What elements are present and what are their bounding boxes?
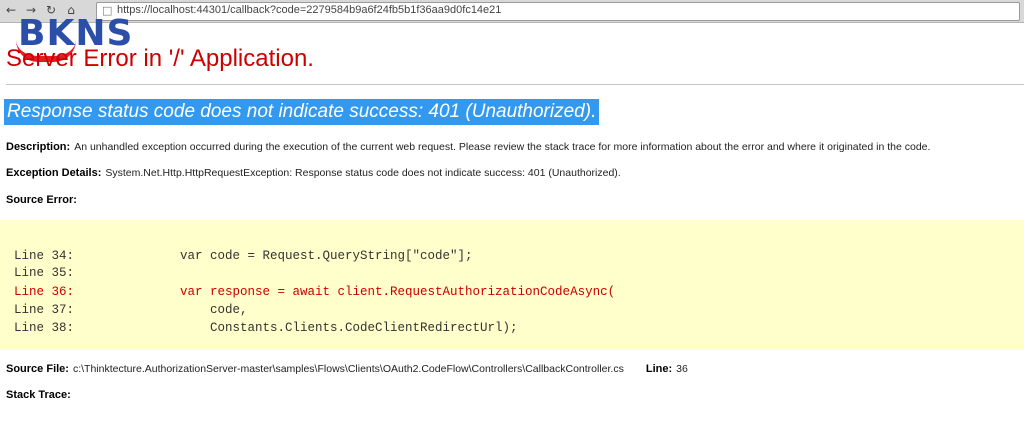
exception-label: Exception Details: xyxy=(6,167,102,179)
page-title: Server Error in '/' Application. xyxy=(6,45,314,72)
source-code-block: Line 34: var code = Request.QueryString["… xyxy=(0,220,1024,350)
stack-trace-label: Stack Trace: xyxy=(6,389,71,401)
source-error-label: Source Error: xyxy=(6,194,77,206)
code-line: Line 38: Constants.Clients.CodeClientRed… xyxy=(14,321,518,335)
description-label: Description: xyxy=(6,141,71,153)
code-line-error: Line 36: var response = await client.Requ… xyxy=(14,285,616,299)
divider xyxy=(6,84,1024,85)
description-text: An unhandled exception occurred during t… xyxy=(74,141,931,153)
address-bar[interactable]: □ https://localhost:44301/callback?code=… xyxy=(96,2,1020,21)
source-file-path: c:\Thinktecture.AuthorizationServer-mast… xyxy=(72,363,624,375)
source-file-label: Source File: xyxy=(6,363,69,375)
exception-details: Exception Details: System.Net.Http.HttpRe… xyxy=(6,167,621,179)
error-headline: Response status code does not indicate s… xyxy=(4,99,600,125)
code-line: Line 34: var code = Request.QueryString["… xyxy=(14,249,473,263)
code-line: Line 37: code, xyxy=(14,303,248,317)
line-value: 36 xyxy=(676,363,688,375)
line-label: Line: xyxy=(645,363,673,375)
exception-text: System.Net.Http.HttpRequestException: Re… xyxy=(105,167,621,179)
source-file: Source File: c:\Thinktecture.Authorizatio… xyxy=(6,363,688,375)
description: Description: An unhandled exception occur… xyxy=(6,141,930,153)
back-icon[interactable]: ← xyxy=(4,3,18,17)
code-line: Line 35: xyxy=(14,266,75,280)
